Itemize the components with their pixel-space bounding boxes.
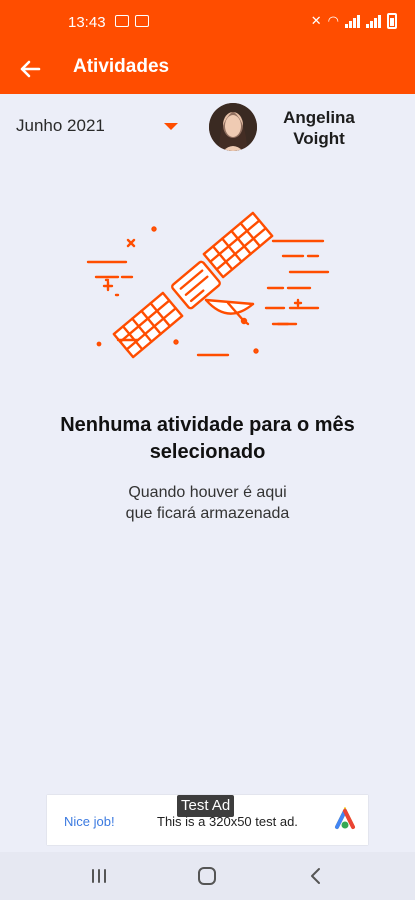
notification-badge-icon: [135, 15, 149, 27]
satellite-icon: [86, 211, 330, 359]
home-icon[interactable]: [195, 864, 219, 888]
app-bar: Atividades: [0, 44, 415, 94]
system-nav-bar: [0, 852, 415, 900]
notification-icons: [115, 15, 149, 27]
user-first-name: Angelina: [283, 108, 355, 127]
empty-state-title: Nenhuma atividade para o mês selecionado: [30, 412, 385, 466]
ad-banner[interactable]: Test Ad Nice job! This is a 320x50 test …: [47, 795, 368, 845]
avatar[interactable]: [209, 103, 257, 151]
status-bar: 13:43 ✕ ◠: [0, 0, 415, 44]
battery-icon: [387, 13, 397, 29]
caret-down-icon: [164, 123, 178, 130]
empty-state-subtitle: Quando houver é aqui que ficará armazena…: [40, 482, 375, 524]
signal-2-icon: [366, 14, 381, 28]
status-time: 13:43: [68, 14, 106, 31]
empty-state-title-line2: selecionado: [149, 441, 266, 463]
month-dropdown[interactable]: Junho 2021: [16, 112, 191, 142]
ad-left-text: Nice job!: [64, 814, 115, 829]
user-last-name: Voight: [293, 129, 345, 148]
empty-state-title-line1: Nenhuma atividade para o mês: [60, 414, 355, 436]
arrow-left-icon[interactable]: [14, 53, 46, 85]
empty-state-subtitle-line2: que ficará armazenada: [125, 505, 290, 522]
month-label: Junho 2021: [16, 116, 105, 135]
filter-row: Junho 2021 Angelina Voight: [0, 94, 415, 160]
wifi-icon: ◠: [327, 13, 339, 28]
ad-center-text: This is a 320x50 test ad.: [157, 814, 298, 829]
mute-icon: ✕: [310, 13, 322, 28]
empty-state-subtitle-line1: Quando houver é aqui: [128, 484, 287, 501]
ad-logo-icon: [335, 807, 355, 829]
signal-icon: [345, 14, 360, 28]
user-photo: [209, 103, 257, 151]
system-status-icons: ✕ ◠: [311, 13, 397, 29]
page-title: Atividades: [73, 56, 170, 77]
user-name: Angelina Voight: [272, 107, 366, 149]
recent-apps-icon[interactable]: [87, 864, 111, 888]
back-icon[interactable]: [304, 864, 328, 888]
gallery-icon: [115, 15, 129, 27]
